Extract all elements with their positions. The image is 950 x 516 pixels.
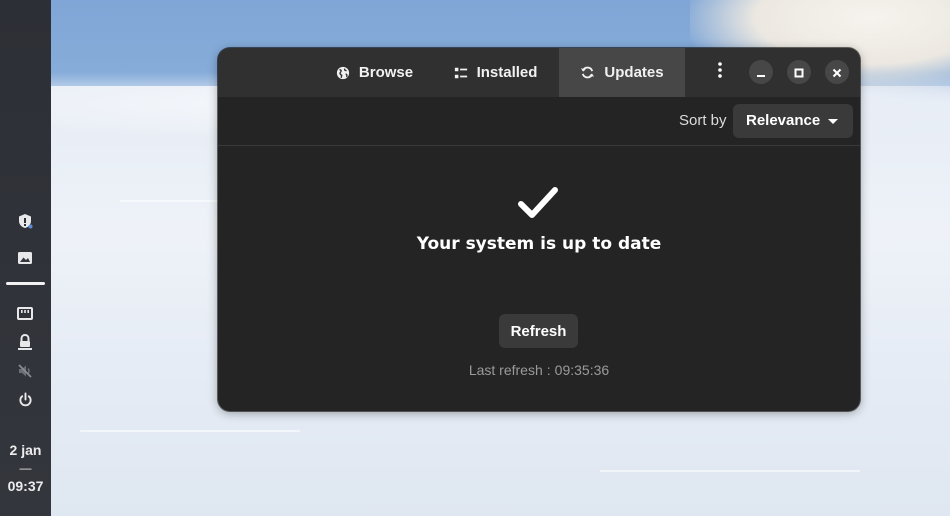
refresh-button[interactable]: Refresh	[499, 314, 578, 348]
globe-icon	[336, 66, 350, 80]
chevron-down-icon	[828, 119, 838, 124]
close-button[interactable]	[825, 60, 849, 84]
tab-browse-label: Browse	[358, 64, 414, 81]
refresh-icon	[580, 65, 595, 80]
software-window: Browse Installed Updates Sort by Relevan…	[218, 48, 860, 411]
panel-clock[interactable]: 2 jan — 09:37	[0, 441, 51, 495]
last-refresh-label: Last refresh	[468, 362, 543, 378]
sort-value: Relevance	[746, 112, 821, 129]
maximize-button[interactable]	[787, 60, 811, 84]
more-menu-icon	[718, 62, 722, 82]
tab-installed-label: Installed	[476, 64, 538, 81]
more-menu-button[interactable]	[708, 60, 732, 84]
shield-icon[interactable]	[12, 210, 38, 232]
list-icon	[454, 66, 468, 80]
wallpaper-streak	[600, 470, 860, 472]
clock-date: 2 jan	[9, 442, 42, 458]
minimize-button[interactable]	[749, 60, 773, 84]
tab-updates[interactable]: Updates	[559, 48, 685, 97]
checkmark-icon	[518, 186, 558, 224]
volume-muted-icon[interactable]	[12, 360, 38, 382]
headerbar: Browse Installed Updates	[218, 48, 860, 97]
side-panel: 2 jan — 09:37	[0, 0, 51, 516]
close-icon	[832, 63, 842, 82]
status-title: Your system is up to date	[416, 234, 662, 254]
sort-label: Sort by	[679, 112, 727, 129]
sort-dropdown[interactable]: Relevance	[733, 104, 853, 138]
lock-icon[interactable]	[12, 331, 38, 353]
clock-time: 09:37	[7, 478, 44, 494]
last-refresh-separator: :	[546, 362, 551, 378]
network-wired-icon[interactable]	[12, 303, 38, 325]
last-refresh-time: 09:35:36	[554, 362, 610, 378]
wallpaper-streak	[80, 430, 300, 432]
last-refresh: Last refresh:09:35:36	[218, 362, 860, 378]
power-icon[interactable]	[12, 388, 38, 410]
active-indicator	[6, 282, 45, 285]
tab-browse[interactable]: Browse	[317, 48, 432, 97]
clock-separator: —	[19, 461, 32, 475]
image-icon[interactable]	[12, 247, 38, 269]
sort-toolbar: Sort by Relevance	[218, 97, 860, 146]
minimize-icon	[756, 63, 766, 82]
tab-updates-label: Updates	[604, 64, 664, 81]
tab-installed[interactable]: Installed	[432, 48, 559, 97]
maximize-icon	[794, 63, 804, 82]
